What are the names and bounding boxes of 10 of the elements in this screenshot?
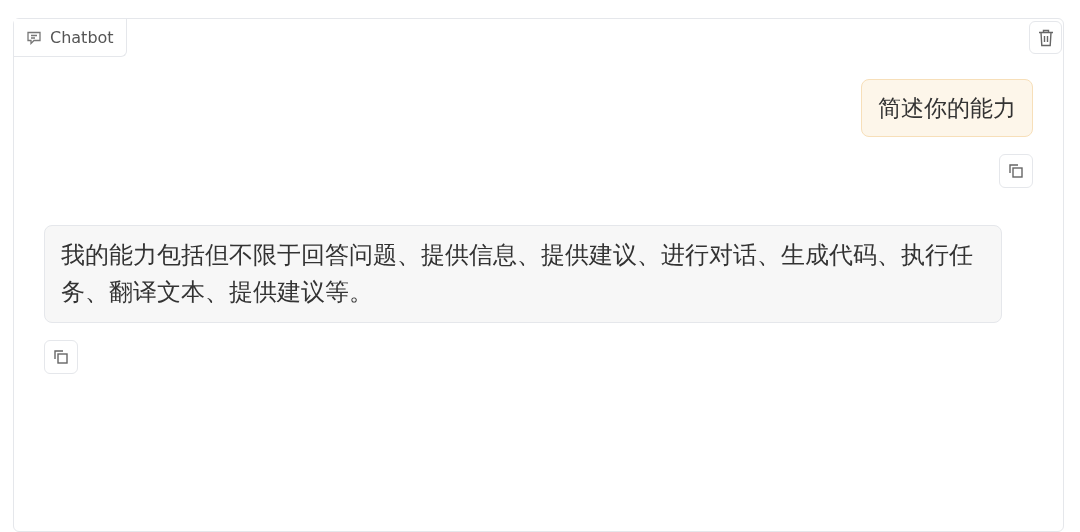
copy-icon xyxy=(53,349,69,365)
copy-icon xyxy=(1008,163,1024,179)
copy-button[interactable] xyxy=(44,340,78,374)
user-message: 简述你的能力 xyxy=(861,79,1033,137)
bot-message: 我的能力包括但不限于回答问题、提供信息、提供建议、进行对话、生成代码、执行任务、翻译文本、提供建议等。 xyxy=(44,225,1002,323)
copy-button[interactable] xyxy=(999,154,1033,188)
trash-icon xyxy=(1037,28,1054,47)
chat-icon xyxy=(26,29,42,46)
label-text: Chatbot xyxy=(50,26,114,49)
delete-button[interactable] xyxy=(1029,21,1062,54)
